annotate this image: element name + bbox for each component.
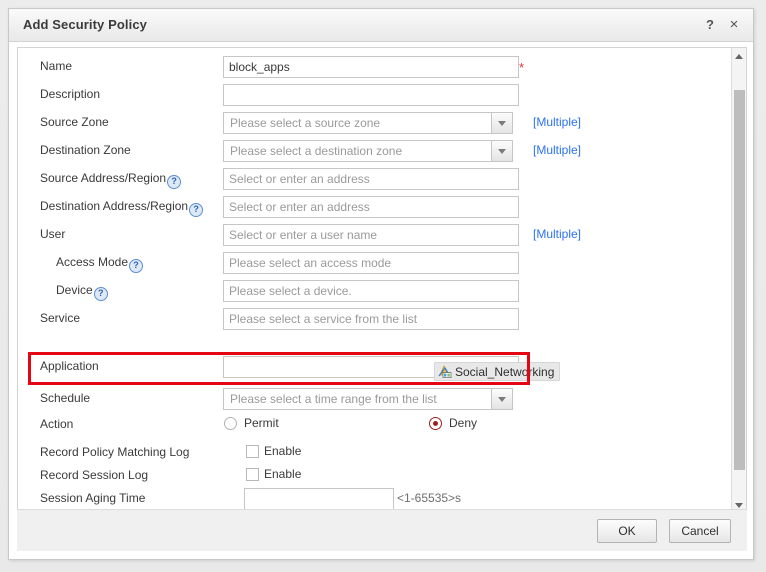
label-device-text: Device xyxy=(56,283,93,297)
chevron-down-icon[interactable] xyxy=(491,113,512,133)
label-source-zone: Source Zone xyxy=(40,115,109,129)
scroll-up-arrow-icon[interactable] xyxy=(732,48,746,64)
chevron-down-icon[interactable] xyxy=(491,389,512,409)
form-row-description: Description xyxy=(18,82,732,110)
name-input[interactable]: block_apps xyxy=(223,56,519,78)
checkbox-record-policy-log-label: Enable xyxy=(264,444,302,458)
help-circle-icon[interactable]: ? xyxy=(189,203,204,217)
radio-deny-label: Deny xyxy=(449,416,478,430)
form-row-schedule: Schedule Please select a time range from… xyxy=(18,386,732,414)
label-user: User xyxy=(40,227,66,241)
label-device: Device? xyxy=(56,283,108,301)
name-required-marker: * xyxy=(519,60,525,75)
close-icon[interactable]: × xyxy=(725,16,743,34)
form-row-action: Action Permit Deny xyxy=(18,412,732,440)
cancel-button[interactable]: Cancel xyxy=(669,519,731,543)
label-application: Application xyxy=(40,359,99,373)
source-address-input[interactable]: Select or enter an address xyxy=(223,168,519,190)
application-input[interactable]: Social_Networking xyxy=(223,356,561,381)
session-aging-time-input[interactable] xyxy=(244,488,394,510)
screen: Add Security Policy ? × Name block_apps … xyxy=(0,0,766,572)
label-schedule: Schedule xyxy=(40,391,91,405)
label-record-session-log: Record Session Log xyxy=(40,468,149,482)
destination-address-input[interactable]: Select or enter an address xyxy=(223,196,519,218)
label-record-policy-log: Record Policy Matching Log xyxy=(40,445,190,459)
checkbox-record-policy-log[interactable] xyxy=(246,445,259,458)
help-circle-icon[interactable]: ? xyxy=(93,287,108,301)
destination-zone-multiple-link[interactable]: [Multiple] xyxy=(533,143,581,157)
form-row-service: Service Please select a service from the… xyxy=(18,306,732,334)
chevron-down-icon[interactable] xyxy=(491,141,512,161)
vertical-scrollbar[interactable] xyxy=(731,48,746,513)
form-row-name: Name block_apps * xyxy=(18,54,732,82)
label-destination-zone: Destination Zone xyxy=(40,143,131,157)
application-tag-label: Social_Networking xyxy=(455,364,555,379)
security-policy-form: Name block_apps * Description Source Zon… xyxy=(18,48,732,513)
user-multiple-link[interactable]: [Multiple] xyxy=(533,227,581,241)
label-access-mode: Access Mode? xyxy=(56,255,144,273)
application-tag[interactable]: Social_Networking xyxy=(434,362,561,381)
dialog-footer: OK Cancel xyxy=(17,509,747,551)
radio-deny[interactable] xyxy=(429,417,442,430)
label-service: Service xyxy=(40,311,81,325)
device-input[interactable]: Please select a device. xyxy=(223,280,519,302)
label-session-aging-time: Session Aging Time xyxy=(40,491,146,505)
schedule-placeholder: Please select a time range from the list xyxy=(230,392,437,406)
label-description: Description xyxy=(40,87,101,101)
form-row-source-address: Source Address/Region? Select or enter a… xyxy=(18,166,732,194)
help-icon[interactable]: ? xyxy=(701,16,719,34)
source-zone-placeholder: Please select a source zone xyxy=(230,116,381,130)
access-mode-input[interactable]: Please select an access mode xyxy=(223,252,519,274)
checkbox-record-session-log[interactable] xyxy=(246,468,259,481)
form-row-user: User Select or enter a user name [Multip… xyxy=(18,222,732,250)
radio-permit[interactable] xyxy=(224,417,237,430)
help-circle-icon[interactable]: ? xyxy=(167,175,182,189)
user-input[interactable]: Select or enter a user name xyxy=(223,224,519,246)
form-row-application: Application Social_Networking xyxy=(18,354,732,382)
form-row-access-mode: Access Mode? Please select an access mod… xyxy=(18,250,732,278)
label-destination-address-text: Destination Address/Region xyxy=(40,199,189,213)
application-icon xyxy=(438,365,452,378)
source-zone-select[interactable]: Please select a source zone xyxy=(223,112,513,134)
description-input[interactable] xyxy=(223,84,519,106)
label-name: Name xyxy=(40,59,73,73)
add-security-policy-dialog: Add Security Policy ? × Name block_apps … xyxy=(8,8,754,560)
checkbox-record-session-log-label: Enable xyxy=(264,467,302,481)
label-source-address-text: Source Address/Region xyxy=(40,171,167,185)
destination-zone-placeholder: Please select a destination zone xyxy=(230,144,403,158)
destination-zone-select[interactable]: Please select a destination zone xyxy=(223,140,513,162)
scrollbar-thumb[interactable] xyxy=(734,90,745,470)
help-circle-icon[interactable]: ? xyxy=(129,259,144,273)
dialog-body: Name block_apps * Description Source Zon… xyxy=(17,47,747,514)
source-zone-multiple-link[interactable]: [Multiple] xyxy=(533,115,581,129)
label-access-mode-text: Access Mode xyxy=(56,255,129,269)
label-source-address: Source Address/Region? xyxy=(40,171,182,189)
form-row-destination-address: Destination Address/Region? Select or en… xyxy=(18,194,732,222)
form-row-destination-zone: Destination Zone Please select a destina… xyxy=(18,138,732,166)
radio-permit-label: Permit xyxy=(244,416,279,430)
label-action: Action xyxy=(40,417,74,431)
service-input[interactable]: Please select a service from the list xyxy=(223,308,519,330)
form-row-device: Device? Please select a device. xyxy=(18,278,732,306)
session-aging-time-hint: <1-65535>s xyxy=(397,491,462,505)
schedule-select[interactable]: Please select a time range from the list xyxy=(223,388,513,410)
dialog-titlebar: Add Security Policy ? × xyxy=(9,9,753,42)
ok-button[interactable]: OK xyxy=(597,519,657,543)
dialog-title: Add Security Policy xyxy=(23,17,147,32)
label-destination-address: Destination Address/Region? xyxy=(40,199,204,217)
form-row-source-zone: Source Zone Please select a source zone … xyxy=(18,110,732,138)
